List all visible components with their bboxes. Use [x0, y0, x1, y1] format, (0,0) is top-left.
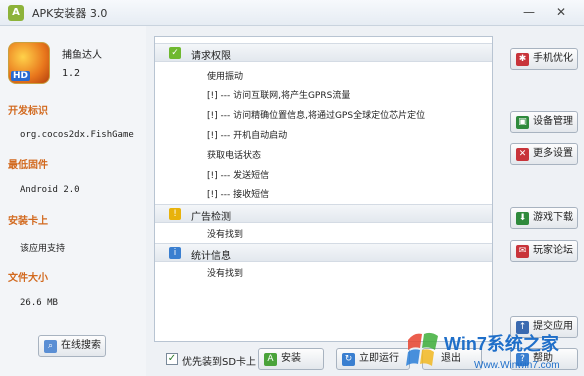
permission-item: [!] --- 接收短信 — [207, 190, 270, 200]
install-label: 安装 — [281, 353, 301, 364]
app-version: 1.2 — [62, 68, 81, 79]
settings-icon: ✕ — [516, 148, 529, 161]
permission-item: [!] --- 访问互联网,将产生GPRS流量 — [207, 91, 351, 101]
group-header-permissions[interactable]: ✓ 请求权限 — [155, 43, 492, 62]
close-button[interactable]: ✕ — [552, 4, 570, 20]
phone-optimize-label: 手机优化 — [533, 53, 573, 64]
sd-card-checkbox[interactable]: ✓ — [166, 353, 178, 365]
check-icon: ✓ — [169, 47, 181, 59]
watermark-url: Www.Winwin7.com — [474, 360, 560, 371]
game-download-label: 游戏下载 — [533, 212, 573, 223]
more-settings-label: 更多设置 — [533, 148, 573, 159]
permission-item: 使用振动 — [207, 72, 244, 82]
min-firmware-value: Android 2.0 — [20, 185, 80, 195]
run-now-button[interactable]: ↻ 立即运行 — [336, 348, 410, 370]
warning-icon: ! — [169, 208, 181, 220]
device-manage-label: 设备管理 — [533, 116, 573, 127]
android-icon: A — [264, 353, 277, 366]
window-title: APK安装器 3.0 — [32, 7, 108, 20]
hd-badge: HD — [11, 71, 31, 81]
more-settings-button[interactable]: ✕ 更多设置 — [510, 143, 578, 165]
online-search-label: 在线搜索 — [61, 340, 101, 351]
file-size-value: 26.6 MB — [20, 298, 58, 308]
group-title: 统计信息 — [191, 251, 231, 262]
optimize-icon: ✱ — [516, 53, 529, 66]
permission-item: [!] --- 开机自动启动 — [207, 131, 288, 141]
group-header-stats[interactable]: i 统计信息 — [155, 243, 492, 262]
package-id-value: org.cocos2dx.FishGame — [20, 130, 134, 140]
device-manage-button[interactable]: ▣ 设备管理 — [510, 111, 578, 133]
info-icon: i — [169, 247, 181, 259]
watermark: Win7系统之家 Www.Winwin7.com — [404, 318, 584, 376]
minimize-button[interactable]: — — [520, 4, 538, 20]
permission-item: 获取电话状态 — [207, 151, 262, 161]
windows-logo-icon: Win7系统之家 Www.Winwin7.com — [406, 332, 560, 371]
run-icon: ↻ — [342, 353, 355, 366]
game-download-button[interactable]: ⬇ 游戏下载 — [510, 207, 578, 229]
sd-card-label: 安装卡上 — [8, 216, 48, 227]
min-firmware-label: 最低固件 — [8, 160, 48, 171]
title-bar: A APK安装器 3.0 — ✕ — [0, 0, 584, 26]
player-forum-button[interactable]: ✉ 玩家论坛 — [510, 240, 578, 262]
android-icon: A — [8, 5, 24, 21]
ads-result: 没有找到 — [207, 230, 244, 240]
app-name: 捕鱼达人 — [62, 50, 102, 61]
forum-icon: ✉ — [516, 245, 529, 258]
group-title: 请求权限 — [191, 51, 231, 62]
app-logo: HD — [8, 42, 50, 84]
permissions-panel: ✓ 请求权限 使用振动 [!] --- 访问互联网,将产生GPRS流量 [!] … — [154, 36, 493, 342]
watermark-brand: Win7系统之家 — [444, 333, 560, 354]
device-icon: ▣ — [516, 116, 529, 129]
permission-item: [!] --- 发送短信 — [207, 171, 270, 181]
run-now-label: 立即运行 — [359, 353, 399, 364]
player-forum-label: 玩家论坛 — [533, 245, 573, 256]
group-header-ads[interactable]: ! 广告检测 — [155, 204, 492, 223]
group-title: 广告检测 — [191, 212, 231, 223]
install-button[interactable]: A 安装 — [258, 348, 324, 370]
online-search-button[interactable]: ⌕ 在线搜索 — [38, 335, 106, 357]
sd-card-value: 该应用支持 — [20, 244, 66, 254]
sd-card-checkbox-label[interactable]: 优先装到SD卡上 — [182, 353, 256, 368]
package-id-label: 开发标识 — [8, 106, 48, 117]
app-info-panel: HD 捕鱼达人 1.2 开发标识 org.cocos2dx.FishGame 最… — [0, 26, 146, 376]
permission-item: [!] --- 访问精确位置信息,将通过GPS全球定位芯片定位 — [207, 111, 426, 121]
stats-result: 没有找到 — [207, 269, 244, 279]
phone-optimize-button[interactable]: ✱ 手机优化 — [510, 48, 578, 70]
file-size-label: 文件大小 — [8, 273, 48, 284]
game-icon: ⬇ — [516, 212, 529, 225]
search-icon: ⌕ — [44, 340, 57, 353]
